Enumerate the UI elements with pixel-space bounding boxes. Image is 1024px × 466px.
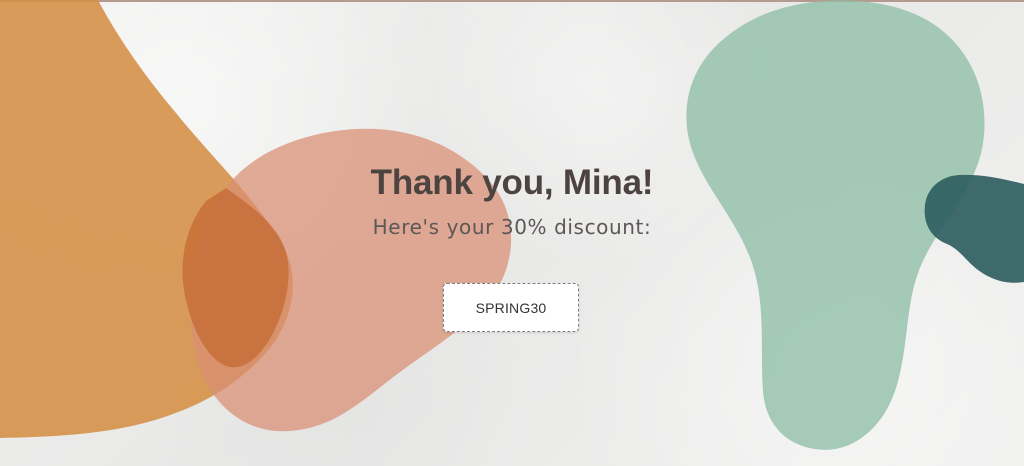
- thank-you-headline: Thank you, Mina!: [370, 163, 654, 202]
- discount-code-button[interactable]: SPRING30: [443, 283, 579, 332]
- thank-you-section: Thank you, Mina! Here's your 30% discoun…: [312, 162, 712, 240]
- teal-blob: [924, 174, 1024, 283]
- coupon-page: Thank you, Mina! Here's your 30% discoun…: [0, 0, 1024, 466]
- discount-subheadline: Here's your 30% discount:: [372, 215, 652, 239]
